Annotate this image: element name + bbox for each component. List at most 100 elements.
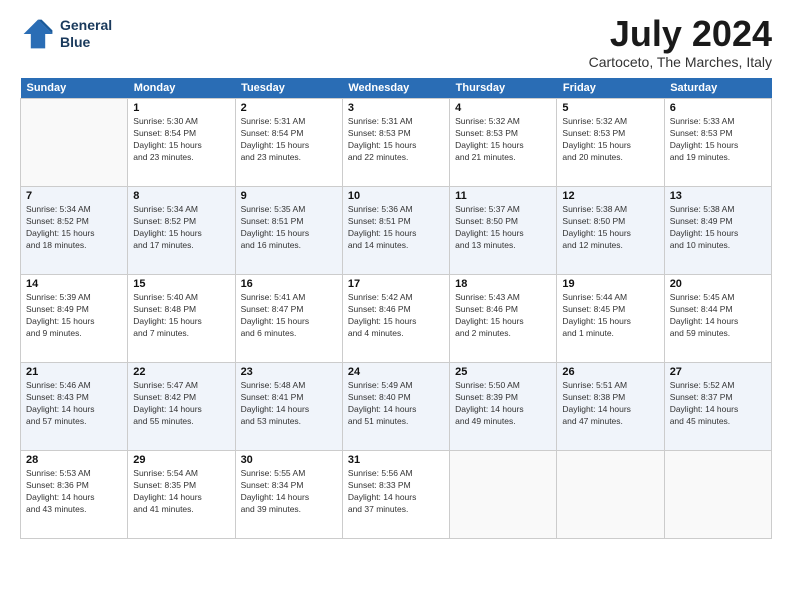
- table-row: 14Sunrise: 5:39 AMSunset: 8:49 PMDayligh…: [21, 275, 772, 363]
- calendar-cell: [21, 99, 128, 187]
- col-tuesday: Tuesday: [235, 78, 342, 99]
- table-row: 7 Sunrise: 5:34 AMSunset: 8:52 PMDaylight…: [21, 187, 772, 275]
- calendar-cell: 19Sunrise: 5:44 AMSunset: 8:45 PMDayligh…: [557, 275, 664, 363]
- calendar-cell: 15Sunrise: 5:40 AMSunset: 8:48 PMDayligh…: [128, 275, 235, 363]
- day-info: Sunrise: 5:44 AMSunset: 8:45 PMDaylight:…: [562, 292, 658, 340]
- day-info: Sunrise: 5:33 AMSunset: 8:53 PMDaylight:…: [670, 116, 766, 164]
- day-info: Sunrise: 5:55 AMSunset: 8:34 PMDaylight:…: [241, 468, 337, 516]
- calendar-cell: 17Sunrise: 5:42 AMSunset: 8:46 PMDayligh…: [342, 275, 449, 363]
- col-monday: Monday: [128, 78, 235, 99]
- day-info: Sunrise: 5:40 AMSunset: 8:48 PMDaylight:…: [133, 292, 229, 340]
- calendar-cell: 25Sunrise: 5:50 AMSunset: 8:39 PMDayligh…: [450, 363, 557, 451]
- calendar-cell: [664, 451, 771, 539]
- col-wednesday: Wednesday: [342, 78, 449, 99]
- day-number: 12: [562, 190, 658, 202]
- day-number: 27: [670, 366, 766, 378]
- calendar-cell: 5 Sunrise: 5:32 AMSunset: 8:53 PMDaylight…: [557, 99, 664, 187]
- col-thursday: Thursday: [450, 78, 557, 99]
- day-number: 20: [670, 278, 766, 290]
- day-number: 1: [133, 102, 229, 114]
- calendar-cell: 26Sunrise: 5:51 AMSunset: 8:38 PMDayligh…: [557, 363, 664, 451]
- calendar-cell: 8Sunrise: 5:34 AMSunset: 8:52 PMDaylight…: [128, 187, 235, 275]
- calendar-cell: [557, 451, 664, 539]
- header-row: Sunday Monday Tuesday Wednesday Thursday…: [21, 78, 772, 99]
- day-info: Sunrise: 5:31 AMSunset: 8:53 PMDaylight:…: [348, 116, 444, 164]
- calendar-cell: 20Sunrise: 5:45 AMSunset: 8:44 PMDayligh…: [664, 275, 771, 363]
- day-info: Sunrise: 5:31 AMSunset: 8:54 PMDaylight:…: [241, 116, 337, 164]
- calendar-cell: 2 Sunrise: 5:31 AMSunset: 8:54 PMDaylight…: [235, 99, 342, 187]
- day-info: Sunrise: 5:41 AMSunset: 8:47 PMDaylight:…: [241, 292, 337, 340]
- month-title: July 2024: [589, 16, 772, 52]
- day-info: Sunrise: 5:38 AMSunset: 8:50 PMDaylight:…: [562, 204, 658, 252]
- day-info: Sunrise: 5:43 AMSunset: 8:46 PMDaylight:…: [455, 292, 551, 340]
- calendar-cell: 16 Sunrise: 5:41 AMSunset: 8:47 PMDayligh…: [235, 275, 342, 363]
- day-number: 23: [241, 366, 337, 378]
- header: General Blue July 2024 Cartoceto, The Ma…: [20, 16, 772, 70]
- day-info: Sunrise: 5:49 AMSunset: 8:40 PMDaylight:…: [348, 380, 444, 428]
- calendar-cell: 30 Sunrise: 5:55 AMSunset: 8:34 PMDayligh…: [235, 451, 342, 539]
- calendar-cell: 31Sunrise: 5:56 AMSunset: 8:33 PMDayligh…: [342, 451, 449, 539]
- day-number: 30: [241, 454, 337, 466]
- day-info: Sunrise: 5:52 AMSunset: 8:37 PMDaylight:…: [670, 380, 766, 428]
- day-number: 13: [670, 190, 766, 202]
- day-number: 16: [241, 278, 337, 290]
- calendar-cell: 4Sunrise: 5:32 AMSunset: 8:53 PMDaylight…: [450, 99, 557, 187]
- logo-text: General Blue: [60, 17, 112, 51]
- calendar: Sunday Monday Tuesday Wednesday Thursday…: [20, 78, 772, 539]
- day-info: Sunrise: 5:56 AMSunset: 8:33 PMDaylight:…: [348, 468, 444, 516]
- day-info: Sunrise: 5:32 AMSunset: 8:53 PMDaylight:…: [455, 116, 551, 164]
- calendar-cell: 14Sunrise: 5:39 AMSunset: 8:49 PMDayligh…: [21, 275, 128, 363]
- calendar-cell: [450, 451, 557, 539]
- calendar-cell: 9Sunrise: 5:35 AMSunset: 8:51 PMDaylight…: [235, 187, 342, 275]
- page: General Blue July 2024 Cartoceto, The Ma…: [0, 0, 792, 612]
- day-number: 25: [455, 366, 551, 378]
- day-info: Sunrise: 5:38 AMSunset: 8:49 PMDaylight:…: [670, 204, 766, 252]
- day-info: Sunrise: 5:51 AMSunset: 8:38 PMDaylight:…: [562, 380, 658, 428]
- logo-icon: [20, 16, 56, 52]
- calendar-cell: 29 Sunrise: 5:54 AMSunset: 8:35 PMDayligh…: [128, 451, 235, 539]
- calendar-cell: 28Sunrise: 5:53 AMSunset: 8:36 PMDayligh…: [21, 451, 128, 539]
- calendar-cell: 7 Sunrise: 5:34 AMSunset: 8:52 PMDaylight…: [21, 187, 128, 275]
- calendar-cell: 21Sunrise: 5:46 AMSunset: 8:43 PMDayligh…: [21, 363, 128, 451]
- table-row: 1 Sunrise: 5:30 AMSunset: 8:54 PMDaylight…: [21, 99, 772, 187]
- logo: General Blue: [20, 16, 112, 52]
- day-number: 22: [133, 366, 229, 378]
- table-row: 21Sunrise: 5:46 AMSunset: 8:43 PMDayligh…: [21, 363, 772, 451]
- calendar-cell: 3 Sunrise: 5:31 AMSunset: 8:53 PMDaylight…: [342, 99, 449, 187]
- day-number: 18: [455, 278, 551, 290]
- day-number: 5: [562, 102, 658, 114]
- day-info: Sunrise: 5:54 AMSunset: 8:35 PMDaylight:…: [133, 468, 229, 516]
- location: Cartoceto, The Marches, Italy: [589, 54, 772, 70]
- calendar-cell: 11 Sunrise: 5:37 AMSunset: 8:50 PMDayligh…: [450, 187, 557, 275]
- day-info: Sunrise: 5:47 AMSunset: 8:42 PMDaylight:…: [133, 380, 229, 428]
- day-number: 9: [241, 190, 337, 202]
- calendar-cell: 1 Sunrise: 5:30 AMSunset: 8:54 PMDaylight…: [128, 99, 235, 187]
- day-number: 3: [348, 102, 444, 114]
- calendar-cell: 6 Sunrise: 5:33 AMSunset: 8:53 PMDaylight…: [664, 99, 771, 187]
- calendar-header: Sunday Monday Tuesday Wednesday Thursday…: [21, 78, 772, 99]
- calendar-cell: 22 Sunrise: 5:47 AMSunset: 8:42 PMDayligh…: [128, 363, 235, 451]
- day-number: 10: [348, 190, 444, 202]
- calendar-body: 1 Sunrise: 5:30 AMSunset: 8:54 PMDaylight…: [21, 99, 772, 539]
- day-number: 21: [26, 366, 122, 378]
- day-number: 7: [26, 190, 122, 202]
- day-number: 29: [133, 454, 229, 466]
- day-info: Sunrise: 5:32 AMSunset: 8:53 PMDaylight:…: [562, 116, 658, 164]
- col-friday: Friday: [557, 78, 664, 99]
- day-info: Sunrise: 5:53 AMSunset: 8:36 PMDaylight:…: [26, 468, 122, 516]
- day-info: Sunrise: 5:48 AMSunset: 8:41 PMDaylight:…: [241, 380, 337, 428]
- day-number: 2: [241, 102, 337, 114]
- day-info: Sunrise: 5:42 AMSunset: 8:46 PMDaylight:…: [348, 292, 444, 340]
- calendar-cell: 10Sunrise: 5:36 AMSunset: 8:51 PMDayligh…: [342, 187, 449, 275]
- calendar-cell: 12 Sunrise: 5:38 AMSunset: 8:50 PMDayligh…: [557, 187, 664, 275]
- day-info: Sunrise: 5:30 AMSunset: 8:54 PMDaylight:…: [133, 116, 229, 164]
- calendar-cell: 13 Sunrise: 5:38 AMSunset: 8:49 PMDayligh…: [664, 187, 771, 275]
- day-number: 14: [26, 278, 122, 290]
- day-number: 6: [670, 102, 766, 114]
- day-info: Sunrise: 5:37 AMSunset: 8:50 PMDaylight:…: [455, 204, 551, 252]
- day-number: 11: [455, 190, 551, 202]
- calendar-cell: 18 Sunrise: 5:43 AMSunset: 8:46 PMDayligh…: [450, 275, 557, 363]
- day-info: Sunrise: 5:34 AMSunset: 8:52 PMDaylight:…: [26, 204, 122, 252]
- calendar-cell: 23 Sunrise: 5:48 AMSunset: 8:41 PMDayligh…: [235, 363, 342, 451]
- title-section: July 2024 Cartoceto, The Marches, Italy: [589, 16, 772, 70]
